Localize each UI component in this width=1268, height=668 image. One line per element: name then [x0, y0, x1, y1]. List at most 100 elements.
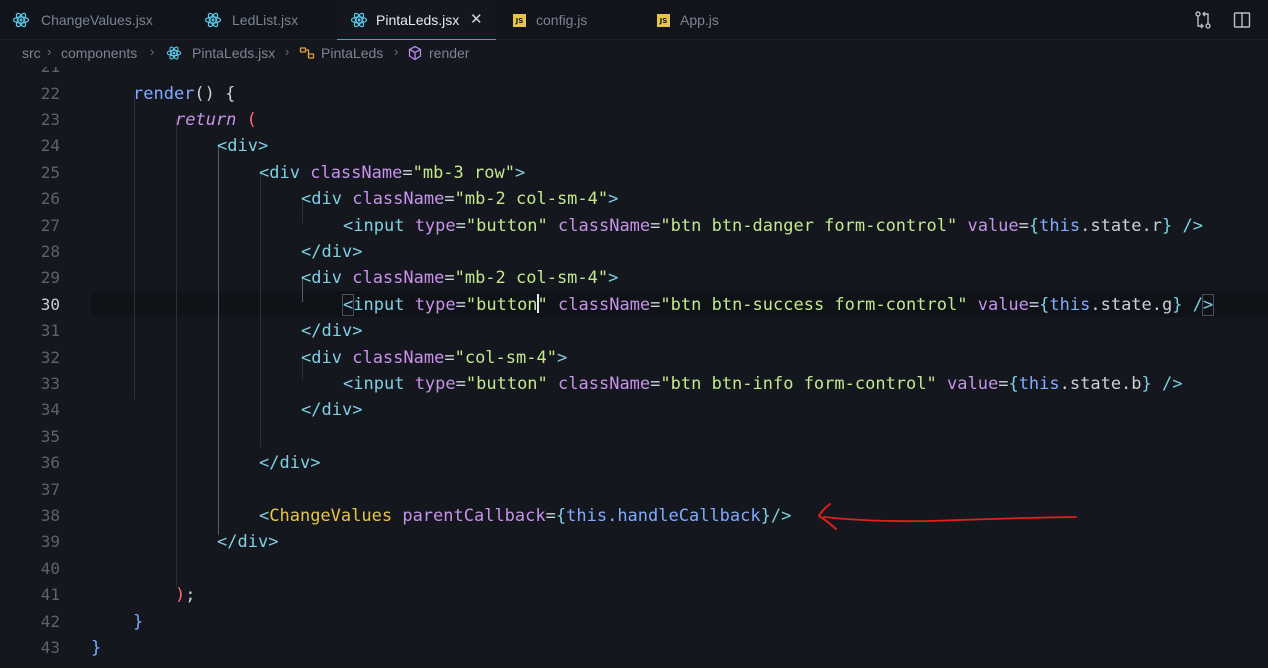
code-token: >: [268, 532, 279, 552]
line-number: 39: [40, 532, 60, 551]
breadcrumb-item-file[interactable]: PintaLeds.jsx: [192, 45, 275, 61]
line-number: 23: [40, 110, 60, 129]
code-line-24: <div>: [217, 133, 268, 159]
code-token: div: [279, 453, 311, 473]
code-token: }: [91, 638, 102, 658]
code-token: =: [650, 374, 661, 394]
code-token: "mb-2 col-sm-4": [454, 189, 609, 209]
code-token: this: [1018, 374, 1060, 394]
breadcrumb-item-components[interactable]: components: [61, 45, 137, 61]
code-token: div: [321, 242, 353, 262]
code-token: =: [444, 268, 455, 288]
code-token: >: [556, 348, 568, 368]
code-line-29: <div className="mb-2 col-sm-4">: [301, 265, 618, 291]
chevron-right-icon: ›: [285, 44, 290, 59]
class-symbol-icon: [299, 47, 315, 59]
chevron-right-icon: ›: [150, 44, 155, 59]
breadcrumb-item-class[interactable]: PintaLeds: [321, 45, 383, 61]
line-number: 43: [40, 638, 60, 657]
code-token: "button": [465, 216, 548, 236]
code-token: <: [343, 216, 354, 236]
indent-guide: [218, 145, 219, 535]
chevron-right-icon: ›: [394, 44, 399, 59]
tab-ledlist[interactable]: LedList.jsx: [204, 0, 334, 40]
code-token: /: [1182, 295, 1203, 315]
indent-guide: [176, 119, 177, 587]
line-number: 32: [40, 348, 60, 367]
line-number: 27: [40, 216, 60, 235]
indent-guide: [260, 171, 261, 447]
code-token: render: [133, 84, 195, 104]
code-token: >: [310, 453, 321, 473]
code-token: =: [444, 348, 455, 368]
code-token: =: [402, 163, 413, 183]
line-number: 37: [40, 480, 60, 499]
code-token: type: [414, 295, 456, 315]
code-token: div: [227, 136, 258, 156]
code-token: return: [175, 110, 237, 130]
line-number: 21: [0, 67, 60, 80]
code-token: "btn btn-danger form-control": [660, 216, 958, 236]
code-token: >: [514, 163, 526, 183]
code-token: >: [352, 400, 363, 420]
code-token: =: [1018, 216, 1029, 236]
tab-label: ChangeValues.jsx: [41, 12, 153, 28]
code-token: div: [311, 268, 342, 288]
method-symbol-icon: [408, 45, 422, 61]
code-token: }: [1162, 216, 1173, 236]
breadcrumb: src › components › PintaLeds.jsx › Pinta…: [0, 40, 1268, 67]
line-number: 31: [40, 321, 60, 340]
code-token: "button: [465, 295, 538, 315]
code-token: div: [269, 163, 300, 183]
code-token: >: [608, 268, 619, 288]
code-token: />: [1151, 374, 1183, 394]
code-token: =: [650, 216, 661, 236]
tab-label: config.js: [536, 12, 588, 28]
code-token: </: [301, 242, 322, 262]
code-token: .state.g: [1090, 295, 1173, 315]
line-number: 36: [40, 453, 60, 472]
code-token: this: [1039, 216, 1081, 236]
line-number: 22: [40, 84, 60, 103]
code-token: "btn btn-info form-control": [660, 374, 937, 394]
tab-config[interactable]: JS config.js: [510, 0, 640, 40]
code-token: div: [311, 189, 342, 209]
code-token: >: [352, 242, 363, 262]
code-token: =: [455, 295, 466, 315]
compare-changes-icon[interactable]: [1193, 10, 1213, 30]
breadcrumb-item-method[interactable]: render: [429, 45, 469, 61]
code-token: {: [555, 506, 567, 526]
code-token: >: [352, 321, 363, 341]
line-number: 40: [40, 559, 60, 578]
code-token: <: [341, 294, 355, 316]
split-editor-icon[interactable]: [1232, 10, 1252, 30]
tab-pintaleds[interactable]: PintaLeds.jsx ✕: [337, 0, 496, 40]
line-number: 26: [40, 189, 60, 208]
line-number: 35: [40, 427, 60, 446]
line-number: 24: [40, 136, 60, 155]
code-token: <: [301, 348, 312, 368]
code-token: .handleCallback: [607, 506, 761, 526]
code-token: className: [352, 348, 445, 368]
line-number: 29: [40, 268, 60, 287]
line-number: 28: [40, 242, 60, 261]
code-token: >: [608, 189, 619, 209]
code-line-42: }: [133, 609, 143, 635]
tab-app[interactable]: JS App.js: [654, 0, 764, 40]
tab-changevalues[interactable]: ChangeValues.jsx: [12, 0, 192, 40]
code-token: >: [257, 136, 269, 156]
code-token: <: [259, 163, 270, 183]
code-token: className: [558, 295, 651, 315]
close-icon[interactable]: ✕: [470, 10, 483, 28]
code-token: parentCallback: [402, 506, 546, 526]
code-token: =: [455, 374, 466, 394]
line-number: 25: [40, 163, 60, 182]
code-token: div: [311, 348, 342, 368]
code-token: input: [353, 374, 405, 394]
code-editor[interactable]: 21 22 23 24 25 26 27 28 29 30 31 32 33 3…: [0, 67, 1268, 668]
breadcrumb-item-src[interactable]: src: [22, 45, 41, 61]
editor-window: ChangeValues.jsx LedList.jsx PintaLeds.j…: [0, 0, 1268, 668]
code-line-31: </div>: [301, 318, 362, 344]
code-line-30: <input type="button" className="btn btn-…: [341, 292, 1215, 318]
code-token: div: [321, 321, 353, 341]
